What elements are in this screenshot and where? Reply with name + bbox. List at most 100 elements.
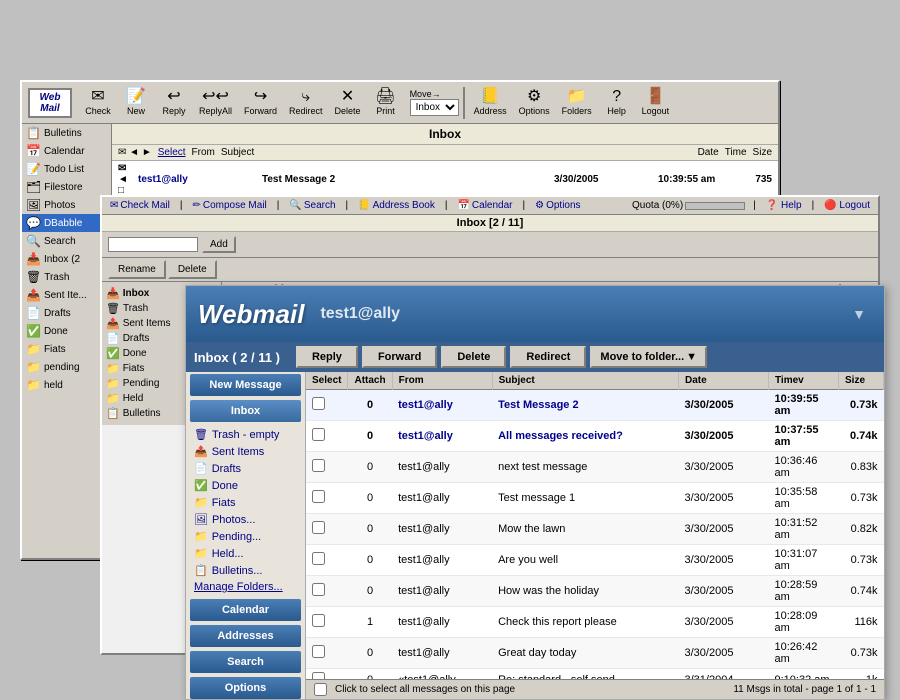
redirect-action-button[interactable]: Redirect <box>510 346 586 368</box>
address-book-btn[interactable]: 📒 Address Book <box>356 199 437 212</box>
msg-select-checkbox[interactable] <box>312 459 325 472</box>
new-button[interactable]: 📝 New <box>118 86 154 119</box>
forward-action-button[interactable]: Forward <box>362 346 437 368</box>
col-header-from[interactable]: From <box>392 372 492 390</box>
compose-mail-btn[interactable]: ✏ Compose Mail <box>190 199 268 212</box>
msg-select-checkbox[interactable] <box>312 645 325 658</box>
move-to-select[interactable]: Inbox <box>410 99 459 116</box>
address-button[interactable]: 📒 Address <box>469 86 512 119</box>
col-header-size[interactable]: Size <box>839 372 884 390</box>
sidebar-folder-done[interactable]: ✅Done <box>186 477 305 494</box>
reply-button[interactable]: ↩ Reply <box>156 86 192 119</box>
sidebar-folder-held[interactable]: 📁Held... <box>186 545 305 562</box>
sidebar-item-done[interactable]: ✅Done <box>22 322 111 340</box>
select-all-checkbox[interactable] <box>314 683 327 696</box>
sidebar-folder-bulletins[interactable]: 📋Bulletins... <box>186 562 305 579</box>
col-header-attach[interactable]: Attach <box>348 372 392 390</box>
msg-select-checkbox[interactable] <box>312 552 325 565</box>
reply-all-button[interactable]: ↩↩ ReplyAll <box>194 86 237 119</box>
sidebar-folder-sent[interactable]: 📤Sent Items <box>186 443 305 460</box>
rename-button[interactable]: Rename <box>108 260 166 279</box>
classic-message-row[interactable]: ✉ ◄ □ test1@ally Test Message 2 3/30/200… <box>112 161 778 199</box>
new-message-button[interactable]: New Message <box>190 374 301 396</box>
msg-select-checkbox[interactable] <box>312 521 325 534</box>
add-folder-button[interactable]: Add <box>202 236 236 253</box>
trash-icon: 🗑 <box>26 270 41 284</box>
sidebar-item-pending[interactable]: 📁pending <box>22 358 111 376</box>
check-icon: ✉ <box>91 89 104 105</box>
col-header-date[interactable]: Date <box>679 372 769 390</box>
search-sidebar-button[interactable]: Search <box>190 651 301 673</box>
options-sidebar-button[interactable]: Options <box>190 677 301 699</box>
delete-button[interactable]: ✕ Delete <box>330 86 366 119</box>
sidebar-item-drafts[interactable]: 📄Drafts <box>22 304 111 322</box>
msg-from: test1@ally <box>392 483 492 514</box>
print-button[interactable]: 🖨 Print <box>368 86 404 119</box>
calendar-sidebar-button[interactable]: Calendar <box>190 599 301 621</box>
sidebar-item-held[interactable]: 📁held <box>22 376 111 394</box>
sidebar-folder-pending[interactable]: 📁Pending... <box>186 528 305 545</box>
check-button[interactable]: ✉ Check <box>80 86 116 119</box>
message-row[interactable]: 0 test1@ally Great day today 3/30/2005 1… <box>306 638 884 669</box>
redirect-button[interactable]: ⤷ Redirect <box>284 86 328 119</box>
message-row[interactable]: 0 test1@ally Are you well 3/30/2005 10:3… <box>306 545 884 576</box>
sidebar-item-trash[interactable]: 🗑Trash <box>22 268 111 286</box>
msg-select-checkbox[interactable] <box>312 614 325 627</box>
sidebar-item-todo[interactable]: 📝Todo List <box>22 160 111 178</box>
logout-btn[interactable]: 🔴 Logout <box>822 199 872 212</box>
sidebar-folder-drafts[interactable]: 📄Drafts <box>186 460 305 477</box>
inbox-sidebar-button[interactable]: Inbox <box>190 400 301 422</box>
sidebar-item-bulletins[interactable]: 📋Bulletins <box>22 124 111 142</box>
sidebar-item-dbabble[interactable]: 💬DBabble <box>22 214 111 232</box>
sidebar-item-fiats[interactable]: 📁Fiats <box>22 340 111 358</box>
message-row[interactable]: 0 test1@ally How was the holiday 3/30/20… <box>306 576 884 607</box>
folders-button[interactable]: 📁 Folders <box>557 86 597 119</box>
msg-select-checkbox[interactable] <box>312 397 325 410</box>
filestore-icon: 🗂 <box>26 180 41 194</box>
msg-select-checkbox[interactable] <box>312 490 325 503</box>
sidebar-folder-fiats[interactable]: 📁Fiats <box>186 494 305 511</box>
help-btn[interactable]: ❓ Help <box>764 199 804 212</box>
calendar-btn[interactable]: 📅 Calendar <box>455 199 514 212</box>
help-button[interactable]: ? Help <box>599 86 635 119</box>
message-row[interactable]: 0 test1@ally Test Message 2 3/30/2005 10… <box>306 390 884 421</box>
move-to-folder-button[interactable]: Move to folder... ▼ <box>590 346 707 368</box>
sidebar-folder-trash[interactable]: 🗑Trash - empty <box>186 426 305 443</box>
close-button[interactable]: ▼ <box>846 304 872 324</box>
col-header-subject[interactable]: Subject <box>492 372 678 390</box>
inbox-count-label: Inbox ( 2 / 11 ) <box>194 350 280 365</box>
select-link[interactable]: Select <box>158 147 186 158</box>
sidebar-item-inbox[interactable]: 📥Inbox (2 <box>22 250 111 268</box>
message-row[interactable]: 1 test1@ally Check this report please 3/… <box>306 607 884 638</box>
delete-folder-button[interactable]: Delete <box>168 260 217 279</box>
sidebar-item-sent[interactable]: 📤Sent Ite... <box>22 286 111 304</box>
msg-select-checkbox[interactable] <box>312 428 325 441</box>
delete-action-button[interactable]: Delete <box>441 346 506 368</box>
forward-button[interactable]: ↪ Forward <box>239 86 282 119</box>
message-row[interactable]: 0 test1@ally All messages received? 3/30… <box>306 421 884 452</box>
addresses-button[interactable]: Addresses <box>190 625 301 647</box>
modern-logo: Webmail <box>198 299 304 330</box>
search-btn[interactable]: 🔍 Search <box>287 199 337 212</box>
folder-name-input[interactable] <box>108 237 198 252</box>
options-btn[interactable]: ⚙ Options <box>533 199 582 212</box>
sidebar-item-calendar[interactable]: 📅Calendar <box>22 142 111 160</box>
sidebar-item-filestore[interactable]: 🗂Filestore <box>22 178 111 196</box>
reply-action-button[interactable]: Reply <box>296 346 358 368</box>
manage-folders-link[interactable]: Manage Folders... <box>186 579 305 595</box>
col-header-select[interactable]: Select <box>306 372 348 390</box>
col-header-timev[interactable]: Timev <box>769 372 839 390</box>
logout-button[interactable]: 🚪 Logout <box>637 86 675 119</box>
forward-icon: ↪ <box>254 89 267 105</box>
message-row[interactable]: 0 test1@ally next test message 3/30/2005… <box>306 452 884 483</box>
sidebar-item-search[interactable]: 🔍Search <box>22 232 111 250</box>
sidebar-item-photos[interactable]: 🖼Photos <box>22 196 111 214</box>
message-row[interactable]: 0 «test1@ally Re: standard - self send 3… <box>306 669 884 680</box>
message-row[interactable]: 0 test1@ally Test message 1 3/30/2005 10… <box>306 483 884 514</box>
message-row[interactable]: 0 test1@ally Mow the lawn 3/30/2005 10:3… <box>306 514 884 545</box>
msg-select-checkbox[interactable] <box>312 583 325 596</box>
sidebar-folder-photos[interactable]: 🖼Photos... <box>186 511 305 528</box>
options-button[interactable]: ⚙ Options <box>514 86 555 119</box>
msg-select-checkbox[interactable] <box>312 672 325 679</box>
check-mail-btn[interactable]: ✉ Check Mail <box>108 199 172 212</box>
